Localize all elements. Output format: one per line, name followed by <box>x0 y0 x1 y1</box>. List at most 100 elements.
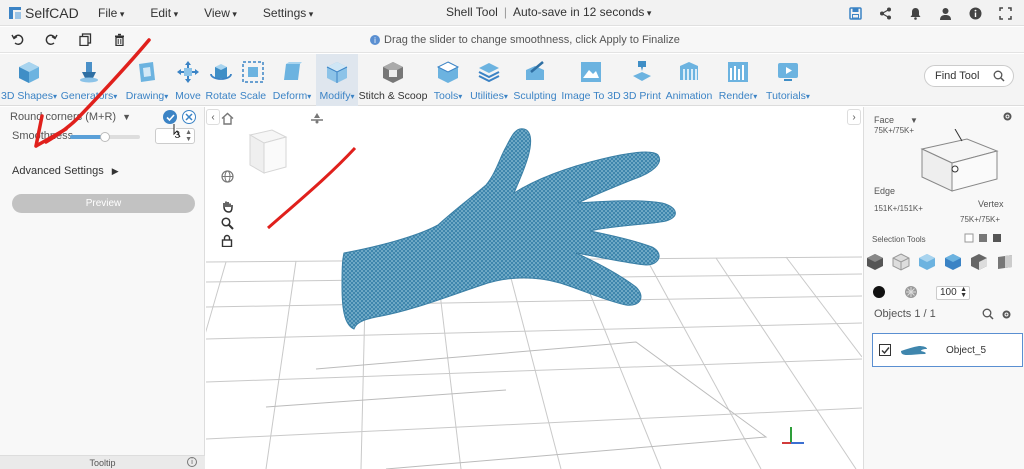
tool-move[interactable]: Move <box>172 54 204 106</box>
tool-stitch-scoop[interactable]: Stitch & Scoop <box>358 54 428 106</box>
globe-icon[interactable] <box>220 169 234 183</box>
tooltip-label: Tooltip <box>89 457 116 468</box>
select-face-cube-icon[interactable] <box>970 253 988 276</box>
tool-utilities[interactable]: Utilities <box>466 54 512 106</box>
tool-rotate[interactable]: Rotate <box>204 54 238 106</box>
vertex-mode-label[interactable]: Vertex <box>978 199 1004 209</box>
tool-scale-label: Scale <box>239 90 267 102</box>
search-objects-icon[interactable] <box>982 307 994 325</box>
notifications-icon[interactable] <box>906 4 924 22</box>
top-menu-bar: SelfCAD File Edit View Settings Shell To… <box>0 0 1024 26</box>
share-icon[interactable] <box>876 4 894 22</box>
save-icon[interactable] <box>846 4 864 22</box>
title-separator: | <box>503 5 507 19</box>
settings-gear-icon[interactable] <box>1002 111 1013 124</box>
info-icon[interactable] <box>966 4 984 22</box>
tool-tools[interactable]: Tools <box>430 54 466 106</box>
tooltip-bar[interactable]: Tooltip i <box>0 455 205 469</box>
tool-animation-label: Animation <box>665 90 713 102</box>
expand-arrow-icon: ▶ <box>111 165 119 176</box>
selection-panel: Face ▼ 75K+/75K+ Edge 151K+/151K+ Vertex… <box>863 107 1024 469</box>
autosave-dropdown[interactable]: Auto-save in 12 seconds <box>513 5 651 19</box>
close-icon[interactable] <box>182 110 196 124</box>
color-swatch-black-icon[interactable] <box>872 285 886 304</box>
tool-scale[interactable]: Scale <box>238 54 268 106</box>
camera-drone-icon[interactable] <box>310 111 324 125</box>
tool-generators[interactable]: Generators <box>58 54 120 106</box>
advanced-settings-toggle[interactable]: Advanced Settings ▶ <box>12 165 119 177</box>
object-thumbnail-icon <box>899 344 929 362</box>
app-name: SelfCAD <box>25 4 79 21</box>
tool-image-to-3d[interactable]: Image To 3D <box>560 54 622 106</box>
delete-icon[interactable] <box>110 31 128 49</box>
spinner-icon[interactable]: ▲ ▼ <box>960 286 967 299</box>
tool-sculpting[interactable]: Sculpting <box>512 54 558 106</box>
tool-3d-print[interactable]: 3D Print <box>622 54 662 106</box>
face-mode-label[interactable]: Face <box>874 115 894 125</box>
select-blue-cube-icon[interactable] <box>918 253 936 276</box>
hand-mesh[interactable] <box>341 128 676 330</box>
image-to-3d-icon <box>578 58 604 86</box>
hand-pan-icon[interactable] <box>220 199 234 213</box>
redo-icon[interactable] <box>42 31 60 49</box>
find-tool-input[interactable]: Find Tool <box>924 65 1014 87</box>
brush-texture-icon[interactable] <box>904 285 918 304</box>
select-highlight-cube-icon[interactable] <box>944 253 962 276</box>
apply-check-icon[interactable] <box>163 110 177 124</box>
preview-button[interactable]: Preview <box>12 194 195 213</box>
axis-gizmo <box>782 427 804 444</box>
copy-icon[interactable] <box>76 31 94 49</box>
fullscreen-icon[interactable] <box>996 4 1014 22</box>
spinner-icon[interactable]: ▲ ▼ <box>185 129 192 143</box>
3d-viewport[interactable]: ‹ › <box>206 107 862 469</box>
collapse-left-panel-icon[interactable]: ‹ <box>206 109 220 125</box>
menu-edit[interactable]: Edit <box>150 6 178 20</box>
select-mode-icon[interactable] <box>964 231 1004 249</box>
search-icon[interactable] <box>993 70 1005 85</box>
tool-animation[interactable]: Animation <box>664 54 714 106</box>
face-dropdown-icon[interactable]: ▼ <box>910 116 918 125</box>
object-list-item[interactable]: Object_5 <box>872 333 1023 367</box>
tool-tutorials-label: Tutorials <box>766 90 810 102</box>
main-menu: File Edit View Settings <box>98 6 339 20</box>
user-icon[interactable] <box>936 4 954 22</box>
tooltip-info-icon[interactable]: i <box>187 457 197 467</box>
caret-down-icon[interactable]: ▼ <box>122 112 131 122</box>
brush-size-input[interactable]: 100 ▲ ▼ <box>936 286 970 300</box>
app-logo[interactable]: SelfCAD <box>8 5 80 21</box>
deform-icon <box>279 58 305 86</box>
zoom-icon[interactable] <box>220 216 234 230</box>
select-flat-icon[interactable] <box>996 253 1014 276</box>
object-visibility-checkbox[interactable] <box>879 344 891 356</box>
edge-mode-label[interactable]: Edge <box>874 186 895 196</box>
selection-mode-cube[interactable] <box>912 129 1012 199</box>
menu-view[interactable]: View <box>204 6 237 20</box>
objects-settings-icon[interactable] <box>1001 307 1012 325</box>
undo-icon[interactable] <box>8 31 26 49</box>
lock-icon[interactable] <box>220 233 234 247</box>
tool-options-title[interactable]: Round corners (M+R) <box>10 111 116 123</box>
menu-settings[interactable]: Settings <box>263 6 313 20</box>
select-wire-cube-icon[interactable] <box>892 253 910 276</box>
smoothness-label: Smoothness <box>12 130 74 142</box>
tool-drawing[interactable]: Drawing <box>122 54 172 106</box>
tool-utilities-label: Utilities <box>470 90 508 102</box>
menu-file[interactable]: File <box>98 6 124 20</box>
smoothness-input[interactable]: 3 ▲ ▼ <box>155 128 195 144</box>
home-icon[interactable] <box>220 111 234 125</box>
viewport-scene <box>206 128 862 469</box>
tool-tutorials[interactable]: Tutorials <box>762 54 814 106</box>
smoothness-slider-handle[interactable] <box>100 132 110 142</box>
drawing-icon <box>134 58 160 86</box>
tool-3d-shapes[interactable]: 3D Shapes <box>1 54 56 106</box>
tool-render[interactable]: Render <box>716 54 760 106</box>
selection-tools-label: Selection Tools <box>872 235 926 244</box>
collapse-right-panel-icon[interactable]: › <box>847 109 861 125</box>
scale-icon <box>240 58 266 86</box>
edge-count: 151K+/151K+ <box>874 204 923 213</box>
tool-deform[interactable]: Deform <box>268 54 316 106</box>
view-cube[interactable] <box>248 129 288 174</box>
tool-modify[interactable]: Modify <box>316 54 358 106</box>
select-solid-cube-icon[interactable] <box>866 253 884 276</box>
smoothness-slider[interactable] <box>70 132 140 142</box>
